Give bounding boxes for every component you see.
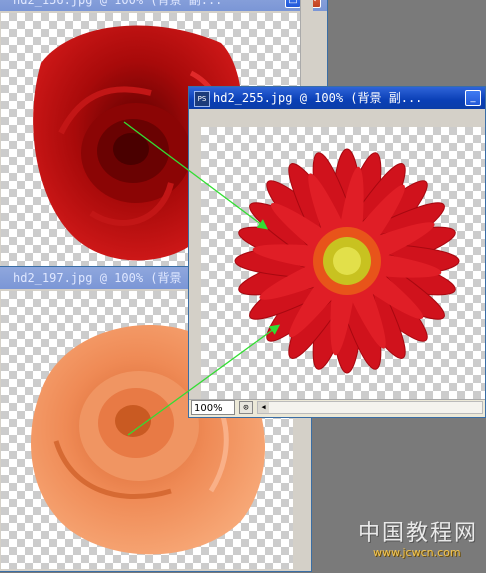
- maximize-icon: □: [286, 0, 300, 7]
- status-bar: 100% ⊙ ◀: [189, 399, 485, 417]
- horizontal-scrollbar[interactable]: ◀: [257, 401, 483, 414]
- zoom-field[interactable]: 100%: [191, 400, 235, 415]
- canvas-area[interactable]: [201, 127, 485, 399]
- photoshop-icon: PS: [194, 91, 210, 107]
- window-title: hd2_197.jpg @ 100% (背景: [13, 271, 182, 285]
- minimize-icon: _: [470, 92, 476, 103]
- minimize-button[interactable]: _: [465, 90, 481, 106]
- window-title: hd2_156.jpg @ 100% (背景 副...: [13, 0, 223, 7]
- window-hd2-156-titlebar[interactable]: hd2_156.jpg @ 100% (背景 副... □ ✕: [0, 0, 327, 11]
- window-title: hd2_255.jpg @ 100% (背景 副...: [213, 91, 423, 105]
- arrow-left-icon[interactable]: ◀: [258, 402, 269, 413]
- window-hd2-255[interactable]: PS hd2_255.jpg @ 100% (背景 副... _ 100% ⊙ …: [188, 86, 486, 418]
- maximize-button[interactable]: □: [285, 0, 301, 8]
- navigator-icon[interactable]: ⊙: [239, 401, 253, 414]
- watermark-url: www.jcwcn.com: [373, 546, 461, 559]
- watermark-chinese: 中国教程网: [358, 521, 479, 546]
- window-hd2-255-titlebar[interactable]: PS hd2_255.jpg @ 100% (背景 副... _: [189, 87, 485, 109]
- red-gerbera-image: [234, 148, 460, 374]
